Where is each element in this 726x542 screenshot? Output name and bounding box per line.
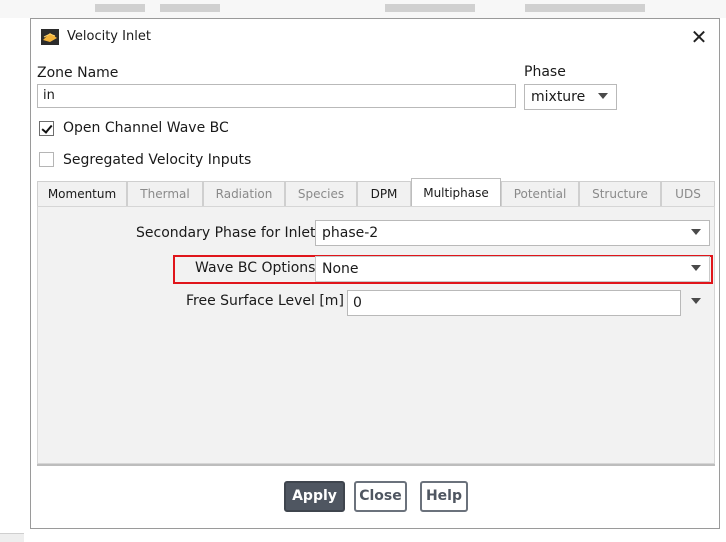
tab-species[interactable]: Species — [285, 181, 357, 207]
open-channel-wave-bc-checkbox[interactable] — [39, 121, 54, 136]
background-fragment — [525, 4, 645, 12]
phase-select[interactable]: mixture — [524, 84, 617, 110]
phase-value: mixture — [531, 89, 586, 105]
chevron-down-icon — [598, 93, 608, 99]
apply-button[interactable]: Apply — [284, 481, 345, 512]
free-surface-level-label: Free Surface Level [m] — [186, 293, 344, 309]
open-channel-wave-bc-label: Open Channel Wave BC — [63, 120, 229, 136]
background-fragment — [160, 4, 220, 12]
close-button[interactable]: Close — [354, 481, 407, 512]
tab-momentum[interactable]: Momentum — [37, 181, 127, 207]
background-window-strip — [0, 0, 726, 18]
tab-multiphase[interactable]: Multiphase — [411, 178, 501, 208]
tab-structure[interactable]: Structure — [579, 181, 661, 207]
secondary-phase-label: Secondary Phase for Inlet — [136, 225, 316, 241]
segregated-velocity-inputs-checkbox[interactable] — [39, 152, 54, 167]
wave-bc-options-select[interactable]: None — [315, 256, 710, 282]
background-fragment — [385, 4, 475, 12]
window-title: Velocity Inlet — [67, 29, 151, 44]
chevron-down-icon[interactable] — [691, 298, 701, 304]
velocity-inlet-dialog: Velocity Inlet ✕ Zone Name in Phase mixt… — [30, 18, 720, 529]
title-bar: Velocity Inlet ✕ — [31, 19, 719, 56]
tab-bar: Momentum Thermal Radiation Species DPM M… — [37, 178, 715, 208]
wave-bc-options-value: None — [322, 261, 359, 277]
tab-uds[interactable]: UDS — [661, 181, 715, 207]
background-fragment — [95, 4, 145, 12]
close-icon[interactable]: ✕ — [685, 24, 713, 50]
help-button[interactable]: Help — [420, 481, 468, 512]
tab-potential[interactable]: Potential — [501, 181, 579, 207]
chevron-down-icon — [691, 265, 701, 271]
phase-label: Phase — [524, 64, 566, 80]
secondary-phase-select[interactable]: phase-2 — [315, 220, 710, 246]
tab-radiation[interactable]: Radiation — [203, 181, 285, 207]
zone-name-input[interactable]: in — [37, 84, 516, 108]
free-surface-level-input[interactable]: 0 — [347, 290, 681, 316]
fluent-app-icon — [41, 29, 59, 45]
chevron-down-icon — [691, 229, 701, 235]
zone-name-label: Zone Name — [37, 65, 119, 81]
tab-thermal[interactable]: Thermal — [127, 181, 203, 207]
footer-divider — [37, 464, 715, 466]
secondary-phase-value: phase-2 — [322, 225, 379, 241]
segregated-velocity-inputs-label: Segregated Velocity Inputs — [63, 152, 252, 168]
tab-dpm[interactable]: DPM — [357, 181, 411, 207]
wave-bc-options-label: Wave BC Options — [195, 260, 316, 276]
